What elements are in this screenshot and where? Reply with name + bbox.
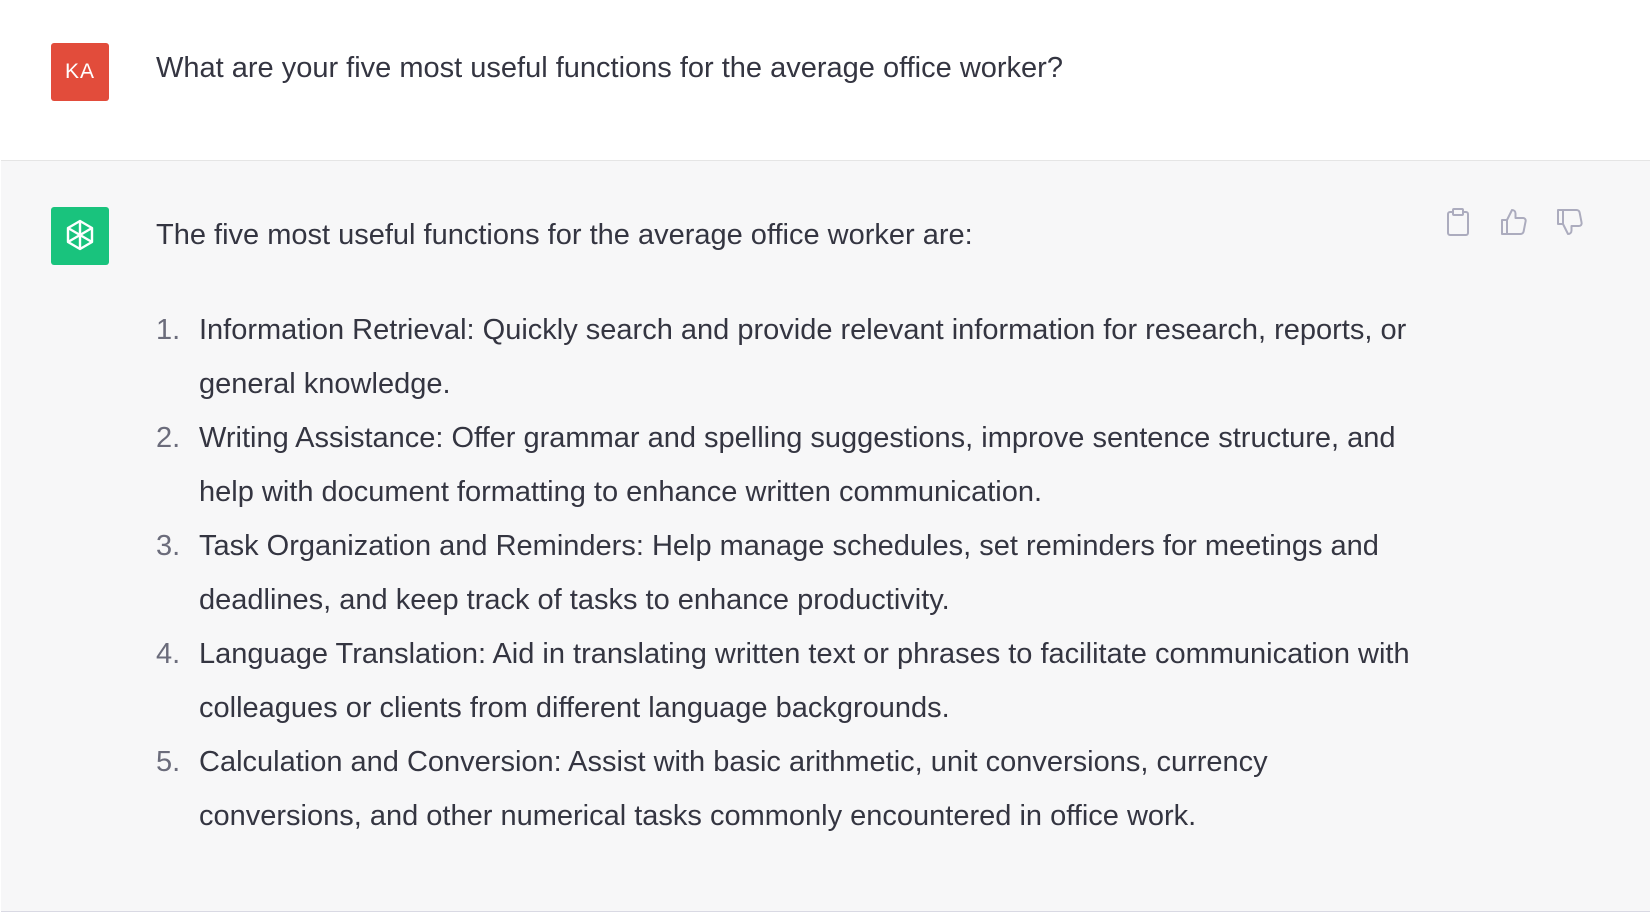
list-item-number: 1. bbox=[156, 314, 181, 346]
list-item-text: Language Translation: Aid in translating… bbox=[199, 638, 1410, 724]
user-message-text: What are your five most useful functions… bbox=[156, 52, 1063, 84]
list-item-number: 3. bbox=[156, 530, 181, 562]
user-message-row: KA What are your five most useful functi… bbox=[0, 0, 1650, 160]
list-item: 5. Calculation and Conversion: Assist wi… bbox=[156, 735, 1436, 843]
thumbs-down-button[interactable] bbox=[1553, 205, 1587, 239]
assistant-intro-text: The five most useful functions for the a… bbox=[156, 219, 973, 251]
list-item-number: 4. bbox=[156, 638, 181, 670]
copy-button[interactable] bbox=[1441, 205, 1475, 239]
list-item-text: Task Organization and Reminders: Help ma… bbox=[199, 530, 1379, 616]
list-item: 3. Task Organization and Reminders: Help… bbox=[156, 519, 1436, 627]
list-item-text: Writing Assistance: Offer grammar and sp… bbox=[199, 422, 1396, 508]
list-item-number: 2. bbox=[156, 422, 181, 454]
thumbs-up-icon bbox=[1501, 209, 1527, 235]
openai-logo-icon bbox=[66, 219, 94, 251]
clipboard-icon bbox=[1447, 208, 1469, 236]
list-item-text: Calculation and Conversion: Assist with … bbox=[199, 746, 1268, 832]
list-item: 2. Writing Assistance: Offer grammar and… bbox=[156, 411, 1436, 519]
thumbs-up-button[interactable] bbox=[1497, 205, 1531, 239]
message-actions bbox=[1441, 205, 1587, 239]
answer-list: 1. Information Retrieval: Quickly search… bbox=[156, 303, 1436, 843]
list-item: 4. Language Translation: Aid in translat… bbox=[156, 627, 1436, 735]
list-item: 1. Information Retrieval: Quickly search… bbox=[156, 303, 1436, 411]
list-item-text: Information Retrieval: Quickly search an… bbox=[199, 314, 1407, 400]
thumbs-down-icon bbox=[1557, 209, 1583, 235]
assistant-avatar bbox=[51, 207, 109, 265]
user-avatar: KA bbox=[51, 43, 109, 101]
assistant-message-row: The five most useful functions for the a… bbox=[1, 160, 1650, 912]
list-item-number: 5. bbox=[156, 746, 181, 778]
